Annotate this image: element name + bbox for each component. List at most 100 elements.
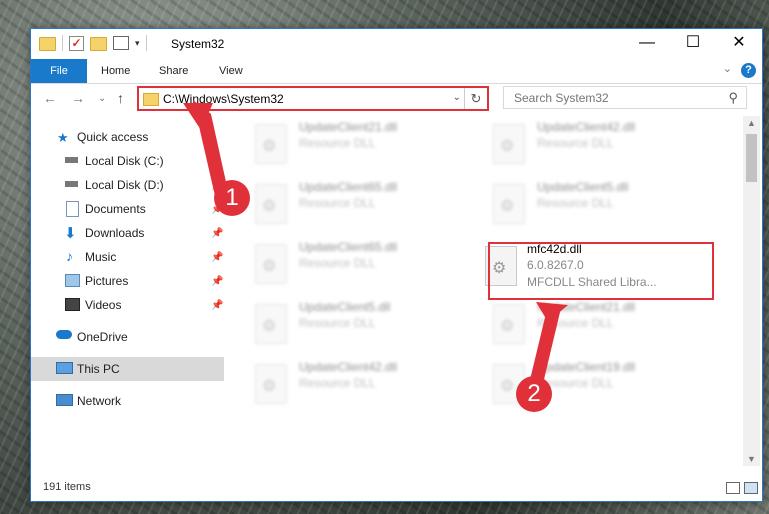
file-type: Resource DLL <box>299 136 376 150</box>
network-icon <box>56 394 73 406</box>
dll-file-icon <box>255 124 287 164</box>
sidebar-item-quick-access[interactable]: ★ Quick access <box>31 125 224 149</box>
sidebar-item-onedrive[interactable]: OneDrive <box>31 325 224 349</box>
folder-icon <box>39 37 56 51</box>
file-type: Resource DLL <box>537 136 614 150</box>
sidebar-item-label: Local Disk (C:) <box>85 154 164 168</box>
file-item[interactable]: UpdateClient42.dll Resource DLL <box>465 118 685 174</box>
file-name: UpdateClient21.dll <box>537 300 636 314</box>
file-type: Resource DLL <box>299 196 376 210</box>
tab-share[interactable]: Share <box>159 59 188 83</box>
address-bar[interactable]: C:\Windows\System32 ⌄ ↻ <box>137 86 489 111</box>
file-item[interactable]: UpdateClient21.dll Resource DLL <box>465 298 685 354</box>
sidebar-item-label: Local Disk (D:) <box>85 178 164 192</box>
tab-view[interactable]: View <box>219 59 243 83</box>
cloud-icon <box>56 330 72 339</box>
file-type: Resource DLL <box>299 256 376 270</box>
search-icon: ⚲ <box>728 90 738 105</box>
sidebar-item-label: Documents <box>85 202 146 216</box>
maximize-button[interactable]: ☐ <box>670 29 716 59</box>
sidebar-item-label: Downloads <box>85 226 145 240</box>
search-box[interactable]: ⚲ <box>503 86 747 109</box>
sidebar-item-label: Music <box>85 250 117 264</box>
details-view-icon[interactable] <box>726 482 740 494</box>
pc-icon <box>56 362 73 374</box>
address-path[interactable]: C:\Windows\System32 <box>163 92 284 106</box>
sidebar-item-label: Pictures <box>85 274 129 288</box>
scroll-up-icon[interactable]: ▲ <box>747 118 756 128</box>
callout-1: 1 <box>214 180 250 216</box>
tab-file[interactable]: File <box>31 59 87 83</box>
sidebar-item-network[interactable]: Network <box>31 389 224 413</box>
file-item[interactable]: UpdateClient19.dll Resource DLL <box>465 358 685 414</box>
tab-home[interactable]: Home <box>101 59 130 83</box>
help-icon[interactable]: ? <box>741 63 756 78</box>
sidebar-item-documents[interactable]: Documents 📌 <box>31 197 224 221</box>
customize-icon[interactable] <box>113 36 129 50</box>
item-count: 191 items <box>43 481 91 493</box>
file-name: UpdateClient5.dll <box>299 300 391 314</box>
sidebar-item-label: Quick access <box>77 130 149 144</box>
file-item[interactable]: UpdateClient65.dll Resource DLL <box>227 178 447 234</box>
file-item[interactable]: UpdateClient21.dll Resource DLL <box>227 118 447 174</box>
sidebar-item-videos[interactable]: Videos 📌 <box>31 293 224 317</box>
dll-file-icon <box>255 184 287 224</box>
forward-arrow-icon[interactable]: → <box>71 90 85 106</box>
divider <box>145 35 147 51</box>
folder-icon <box>143 93 159 106</box>
sidebar-item-this-pc[interactable]: This PC <box>31 357 224 381</box>
qat-dropdown-icon[interactable]: ▾ <box>135 38 140 49</box>
close-button[interactable]: ✕ <box>716 29 762 59</box>
file-item[interactable]: UpdateClient65.dll Resource DLL <box>227 238 447 294</box>
large-icons-view-icon[interactable] <box>744 482 758 494</box>
window-title: System32 <box>171 37 225 51</box>
navigation-bar: ← → ⌄ ↑ C:\Windows\System32 ⌄ ↻ ⚲ <box>31 84 762 116</box>
sidebar-item-label: Network <box>77 394 122 408</box>
file-name: UpdateClient42.dll <box>299 360 398 374</box>
sidebar-item-label: Videos <box>85 298 122 312</box>
explorer-window: ✓ ▾ System32 — ☐ ✕ File Home Share View … <box>30 28 763 502</box>
videos-icon <box>65 298 80 311</box>
file-item[interactable]: UpdateClient5.dll Resource DLL <box>465 178 685 234</box>
sidebar-item-local-disk-d[interactable]: Local Disk (D:) 📌 <box>31 173 224 197</box>
properties-check-icon[interactable]: ✓ <box>69 35 84 51</box>
file-name: UpdateClient42.dll <box>537 120 636 134</box>
star-icon: ★ <box>57 130 69 145</box>
sidebar-item-label: OneDrive <box>77 330 128 344</box>
search-input[interactable] <box>512 90 716 106</box>
dll-file-icon <box>493 184 525 224</box>
expand-ribbon-icon[interactable]: ⌄ <box>723 62 732 75</box>
sidebar-item-downloads[interactable]: ⬇ Downloads 📌 <box>31 221 224 245</box>
file-item[interactable]: UpdateClient5.dll Resource DLL <box>227 298 447 354</box>
music-icon: ♪ <box>66 248 73 264</box>
file-item[interactable]: UpdateClient42.dll Resource DLL <box>227 358 447 414</box>
pin-icon[interactable]: 📌 <box>211 228 223 239</box>
scroll-down-icon[interactable]: ▼ <box>747 454 756 464</box>
drive-icon <box>65 181 78 187</box>
pin-icon[interactable]: 📌 <box>211 276 223 287</box>
file-type: Resource DLL <box>537 196 614 210</box>
file-name: UpdateClient65.dll <box>299 180 398 194</box>
status-bar: 191 items <box>31 475 762 501</box>
pin-icon[interactable]: 📌 <box>211 300 223 311</box>
sidebar-item-local-disk-c[interactable]: Local Disk (C:) <box>31 149 224 173</box>
sidebar-item-pictures[interactable]: Pictures 📌 <box>31 269 224 293</box>
vertical-scrollbar[interactable]: ▲ ▼ <box>743 116 760 466</box>
back-arrow-icon[interactable]: ← <box>43 90 57 106</box>
refresh-icon[interactable]: ↻ <box>464 88 487 109</box>
callout-2: 2 <box>516 376 552 412</box>
recent-locations-icon[interactable]: ⌄ <box>98 93 106 104</box>
pin-icon[interactable]: 📌 <box>211 252 223 263</box>
address-dropdown-icon[interactable]: ⌄ <box>453 92 461 103</box>
dll-file-icon <box>255 304 287 344</box>
download-icon: ⬇ <box>64 225 77 242</box>
new-folder-icon[interactable] <box>90 37 107 51</box>
sidebar-item-music[interactable]: ♪ Music 📌 <box>31 245 224 269</box>
divider <box>62 35 63 51</box>
minimize-button[interactable]: — <box>624 29 670 59</box>
file-name: UpdateClient65.dll <box>299 240 398 254</box>
ribbon: File Home Share View ⌄ ? <box>31 59 762 84</box>
up-arrow-icon[interactable]: ↑ <box>117 90 124 106</box>
scrollbar-thumb[interactable] <box>746 134 757 182</box>
dll-file-icon <box>255 364 287 404</box>
